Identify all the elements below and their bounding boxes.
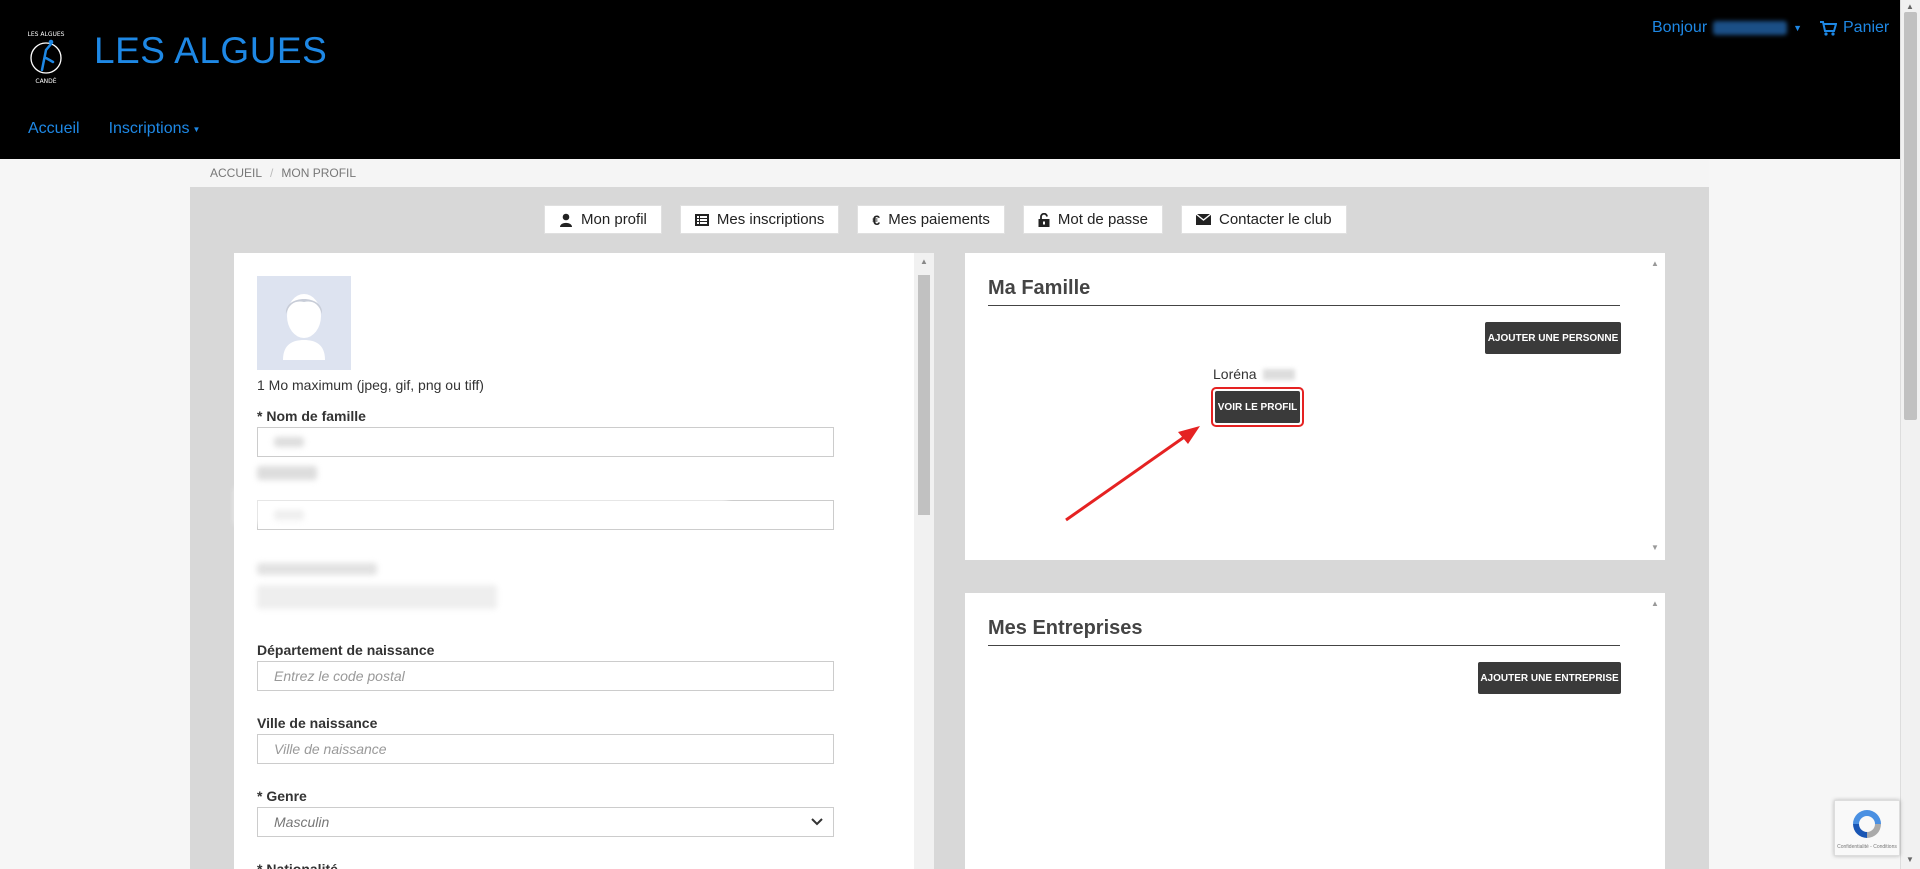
last-name-input[interactable] [257,427,834,457]
scroll-up-icon[interactable]: ▲ [1651,599,1659,608]
breadcrumb-home[interactable]: Accueil [210,166,262,180]
main-container: Accueil / Mon profil Mon profil Mes insc… [190,159,1709,869]
recaptcha-badge[interactable]: Confidentialité - Conditions [1834,800,1900,856]
divider [988,645,1620,646]
tab-label: Mes paiements [888,211,990,228]
redacted-birth-date-label [257,563,377,575]
page-scrollbar-thumb[interactable] [1904,12,1917,420]
logo-bottom-text: CANDÉ [35,77,56,85]
scroll-down-icon[interactable]: ▼ [1651,543,1659,552]
placeholder-text: Ville de naissance [274,741,387,757]
nav-label: Accueil [28,120,80,137]
cart-link[interactable]: Panier [1820,19,1889,37]
gender-label: * Genre [257,788,307,804]
form-scrollbar-thumb[interactable] [918,275,930,515]
club-logo[interactable]: LES ALGUES CANDÉ [24,28,68,86]
family-panel: Ma Famille Ajouter une personne Loréna V… [965,253,1665,560]
tab-label: Mes inscriptions [716,211,825,228]
user-icon [560,213,572,227]
tab-mes-paiements[interactable]: € Mes paiements [857,205,1005,234]
unlock-icon [1038,212,1050,227]
family-title: Ma Famille [988,277,1091,299]
companies-scrollbar[interactable]: ▲ [1645,593,1665,869]
breadcrumb-current: Mon profil [281,166,357,180]
scroll-up-icon[interactable]: ▲ [1906,2,1914,11]
nav-item-accueil[interactable]: Accueil [28,120,80,138]
companies-title: Mes Entreprises [988,617,1143,639]
tab-label: Mon profil [581,211,647,228]
nationality-label: * Nationalité [257,861,338,869]
placeholder-text: Entrez le code postal [274,668,405,684]
form-scrollbar[interactable]: ▲ [914,253,934,869]
add-company-button[interactable]: Ajouter une entreprise [1478,662,1621,694]
tab-mot-de-passe[interactable]: Mot de passe [1022,205,1163,234]
breadcrumb: Accueil / Mon profil [190,159,1709,187]
birth-city-label: Ville de naissance [257,715,378,731]
redacted-birth-date-fields [257,585,497,609]
site-title[interactable]: LES ALGUES [94,30,327,72]
birth-city-input[interactable]: Ville de naissance [257,734,834,764]
list-icon [694,213,709,226]
member-last-name-redacted [1262,368,1295,380]
redacted-value [274,437,304,447]
chevron-down-icon [811,818,823,826]
annotation-highlight-box [1211,387,1304,427]
recaptcha-icon [1853,809,1881,838]
page-scrollbar[interactable]: ▲ ▼ [1900,0,1920,869]
profile-photo[interactable] [257,276,351,370]
family-scrollbar[interactable]: ▲ ▼ [1645,253,1665,560]
cart-label: Panier [1843,19,1890,36]
nav-item-inscriptions[interactable]: Inscriptions ▼ [109,120,201,138]
member-first-name: Loréna [1213,366,1257,382]
photo-hint: 1 Mo maximum (jpeg, gif, png ou tiff) [257,377,484,393]
tab-contacter-le-club[interactable]: Contacter le club [1180,205,1347,234]
greeting-label: Bonjour [1652,19,1708,36]
logo-top-text: LES ALGUES [28,31,65,38]
companies-panel: Mes Entreprises Ajouter une entreprise ▲ [965,593,1665,869]
breadcrumb-separator: / [270,166,274,180]
profile-form-panel: 1 Mo maximum (jpeg, gif, png ou tiff) * … [234,253,934,869]
redacted-first-name-label [257,466,317,480]
gender-select[interactable]: Masculin [257,807,834,837]
tab-mes-inscriptions[interactable]: Mes inscriptions [679,205,840,234]
user-name-redacted [1713,21,1788,35]
divider [988,305,1620,306]
cart-icon [1820,20,1837,36]
tab-mon-profil[interactable]: Mon profil [544,205,662,234]
redaction-overlay [234,487,728,525]
avatar-placeholder-icon [283,294,325,360]
envelope-icon [1195,214,1211,225]
birth-department-label: Département de naissance [257,642,435,658]
scroll-up-icon[interactable]: ▲ [1651,259,1659,268]
add-person-button[interactable]: Ajouter une personne [1485,322,1621,354]
site-header: LES ALGUES CANDÉ LES ALGUES Bonjour ▼ Pa… [0,0,1900,159]
birth-department-input[interactable]: Entrez le code postal [257,661,834,691]
scroll-up-icon[interactable]: ▲ [920,257,928,266]
main-nav: Accueil Inscriptions ▼ [28,120,200,138]
caret-down-icon: ▼ [192,124,201,134]
scroll-down-icon[interactable]: ▼ [1906,855,1914,864]
nav-label: Inscriptions [108,120,190,137]
last-name-label: * Nom de famille [257,408,366,424]
profile-tabs: Mon profil Mes inscriptions € Mes paieme… [544,205,1347,234]
family-member-name: Loréna [1213,366,1295,382]
euro-icon: € [872,211,881,228]
user-menu[interactable]: Bonjour ▼ [1652,19,1802,37]
recaptcha-footer-text[interactable]: Confidentialité - Conditions [1837,844,1897,850]
tab-label: Contacter le club [1218,211,1332,228]
gender-selected-value: Masculin [274,814,330,830]
caret-down-icon: ▼ [1793,23,1803,33]
tab-label: Mot de passe [1057,211,1148,228]
